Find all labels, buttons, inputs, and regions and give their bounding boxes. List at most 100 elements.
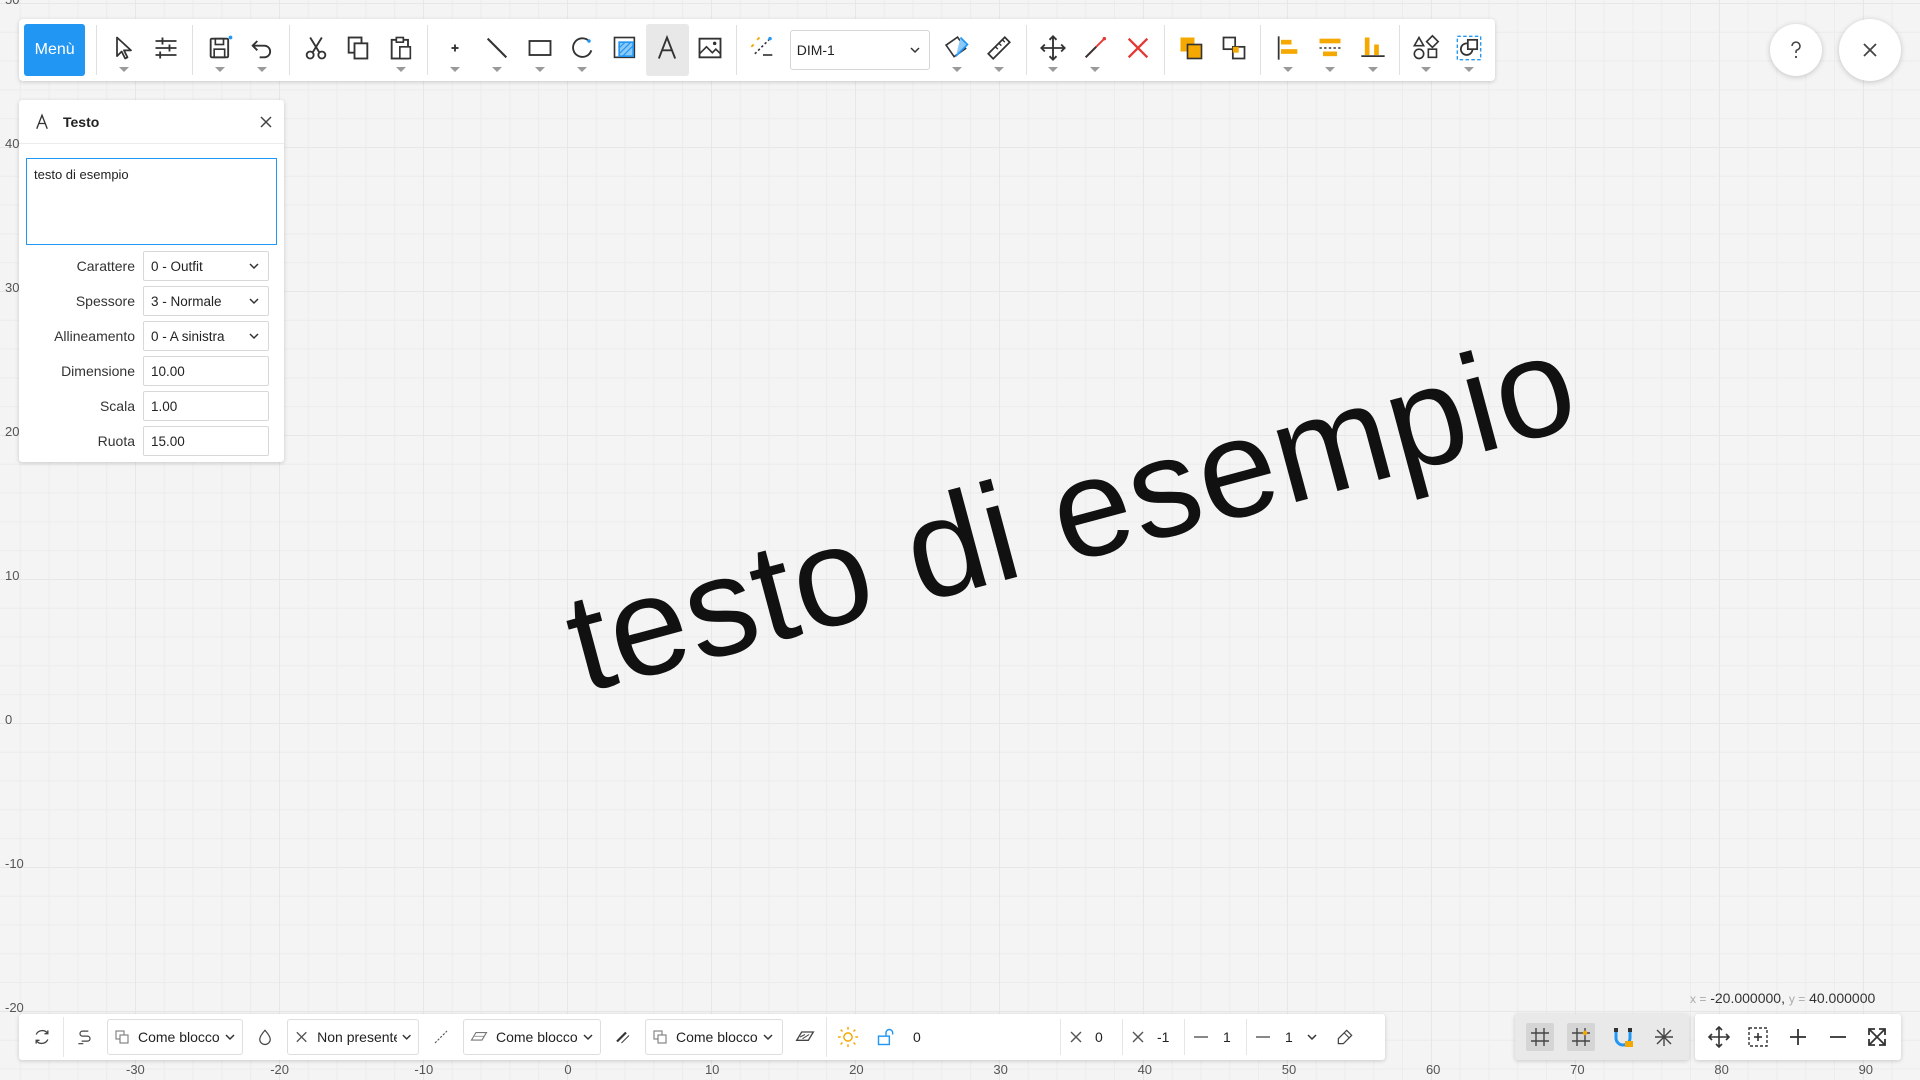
object-snap-toggle[interactable] <box>1609 1023 1637 1051</box>
align-bottom-button[interactable] <box>1351 24 1394 76</box>
arc-tool-button[interactable] <box>561 24 604 76</box>
value-d: 1 <box>1285 1029 1293 1045</box>
bring-front-button[interactable] <box>1170 24 1213 76</box>
match-properties-button[interactable] <box>1326 1017 1364 1057</box>
value-b-field[interactable]: -1 <box>1122 1019 1184 1055</box>
prop-row-ruota: Ruota 15.00 <box>19 426 284 456</box>
grid-toggle[interactable] <box>1525 1023 1554 1051</box>
dimension-tool-button[interactable] <box>935 24 978 76</box>
text-tool-button[interactable] <box>646 24 689 76</box>
cut-button[interactable] <box>295 24 338 76</box>
linetype-button[interactable] <box>66 1017 104 1057</box>
zoom-extents-button[interactable] <box>1863 1023 1891 1051</box>
image-tool-button[interactable] <box>689 24 732 76</box>
dimension-style-button[interactable] <box>742 24 785 76</box>
linewidth-select[interactable]: Come blocco <box>645 1019 783 1055</box>
move-icon <box>1039 35 1066 61</box>
bar-divider <box>63 1017 64 1057</box>
line-tool-button[interactable] <box>476 24 519 76</box>
toolbar-divider <box>1025 25 1027 75</box>
move-tool-button[interactable] <box>1032 24 1075 76</box>
scale-input[interactable]: 1.00 <box>143 391 269 421</box>
minus-icon <box>1829 1036 1846 1038</box>
magnet-icon <box>1613 1028 1633 1047</box>
value-c-field[interactable]: 1 <box>1184 1019 1246 1055</box>
trim-tool-button[interactable] <box>1074 24 1117 76</box>
close-icon[interactable] <box>258 114 274 130</box>
dimension-style-select[interactable]: DIM-1 <box>789 30 931 70</box>
delete-icon <box>1127 37 1149 59</box>
menu-button[interactable]: Menù <box>24 24 86 76</box>
alignment-select[interactable]: 0 - A sinistra <box>143 321 269 351</box>
toolbar-divider <box>427 25 429 75</box>
send-back-button[interactable] <box>1213 24 1256 76</box>
linetype-select[interactable]: Come blocco <box>107 1019 243 1055</box>
rectangle-icon <box>528 40 552 56</box>
chevron-down-icon <box>583 1034 593 1041</box>
align-left-button[interactable] <box>1266 24 1309 76</box>
toolbar-divider <box>96 25 98 75</box>
delete-tool-button[interactable] <box>1117 24 1160 76</box>
rotation-input[interactable]: 15.00 <box>143 426 269 456</box>
zoom-out-button[interactable] <box>1824 1023 1852 1051</box>
font-select[interactable]: 0 - Outfit <box>143 251 269 281</box>
close-button[interactable] <box>1839 19 1901 81</box>
send-back-icon <box>1222 36 1246 60</box>
layer-name-field[interactable]: 0 <box>905 1019 1060 1055</box>
canvas-text-entity[interactable]: testo di esempio <box>551 302 1592 722</box>
linetype-icon <box>78 1030 91 1045</box>
y-axis-tick: 40 <box>5 136 20 151</box>
point-tool-button[interactable] <box>433 24 476 76</box>
y-coord-value: 40.000000 <box>1809 990 1876 1006</box>
prop-row-scala: Scala 1.00 <box>19 391 284 421</box>
x-axis-tick: 20 <box>849 1062 864 1077</box>
color-button[interactable] <box>246 1017 284 1057</box>
layer-style-button[interactable] <box>422 1017 460 1057</box>
prop-row-carattere: Carattere 0 - Outfit <box>19 251 284 281</box>
x-axis-tick: 50 <box>1281 1062 1297 1077</box>
layer-lock-toggle[interactable] <box>867 1017 905 1057</box>
pan-button[interactable] <box>1705 1023 1733 1051</box>
color-select[interactable]: Non presente <box>287 1019 419 1055</box>
zoom-in-button[interactable] <box>1784 1023 1812 1051</box>
x-axis-tick: -10 <box>414 1062 434 1077</box>
text-content-field[interactable]: testo di esempio <box>26 158 277 245</box>
linewidth-button[interactable] <box>604 1017 642 1057</box>
shapes-button[interactable] <box>1405 24 1448 76</box>
layer-name-value: 0 <box>913 1029 921 1045</box>
group-icon <box>1456 35 1482 61</box>
grid-snap-toggle[interactable] <box>1567 1023 1596 1051</box>
hatch-tool-button[interactable] <box>603 24 646 76</box>
none-icon <box>296 1031 307 1043</box>
size-input[interactable]: 10.00 <box>143 356 269 386</box>
prop-label: Ruota <box>97 433 135 449</box>
ortho-toggle[interactable] <box>1650 1023 1678 1051</box>
select-tool-button[interactable] <box>102 24 145 76</box>
zoom-window-button[interactable] <box>1744 1023 1772 1051</box>
value-d-field[interactable]: 1 <box>1246 1019 1326 1055</box>
layer-visible-toggle[interactable] <box>829 1017 867 1057</box>
properties-button[interactable] <box>145 24 188 76</box>
refresh-icon <box>35 1029 49 1045</box>
weight-select[interactable]: 3 - Normale <box>143 286 269 316</box>
rectangle-tool-button[interactable] <box>518 24 561 76</box>
y-axis-tick: 50 <box>5 0 19 7</box>
layer-manager-button[interactable] <box>786 1017 824 1057</box>
paste-button[interactable] <box>380 24 423 76</box>
value-a-field[interactable]: 0 <box>1060 1019 1122 1055</box>
measure-tool-button[interactable] <box>978 24 1021 76</box>
align-center-button[interactable] <box>1309 24 1352 76</box>
y-axis-tick: 0 <box>5 712 13 727</box>
layer-select[interactable]: Come blocco <box>463 1019 601 1055</box>
undo-button[interactable] <box>241 24 284 76</box>
text-icon <box>36 112 48 129</box>
group-button[interactable] <box>1448 24 1491 76</box>
dimension-style-value: DIM-1 <box>796 42 835 58</box>
copy-icon <box>348 36 369 60</box>
copy-button[interactable] <box>337 24 380 76</box>
refresh-button[interactable] <box>23 1017 61 1057</box>
toolbar-divider <box>1399 25 1400 75</box>
save-button[interactable] <box>198 24 241 76</box>
view-toolbar <box>1695 1014 1901 1060</box>
help-button[interactable] <box>1770 24 1822 76</box>
